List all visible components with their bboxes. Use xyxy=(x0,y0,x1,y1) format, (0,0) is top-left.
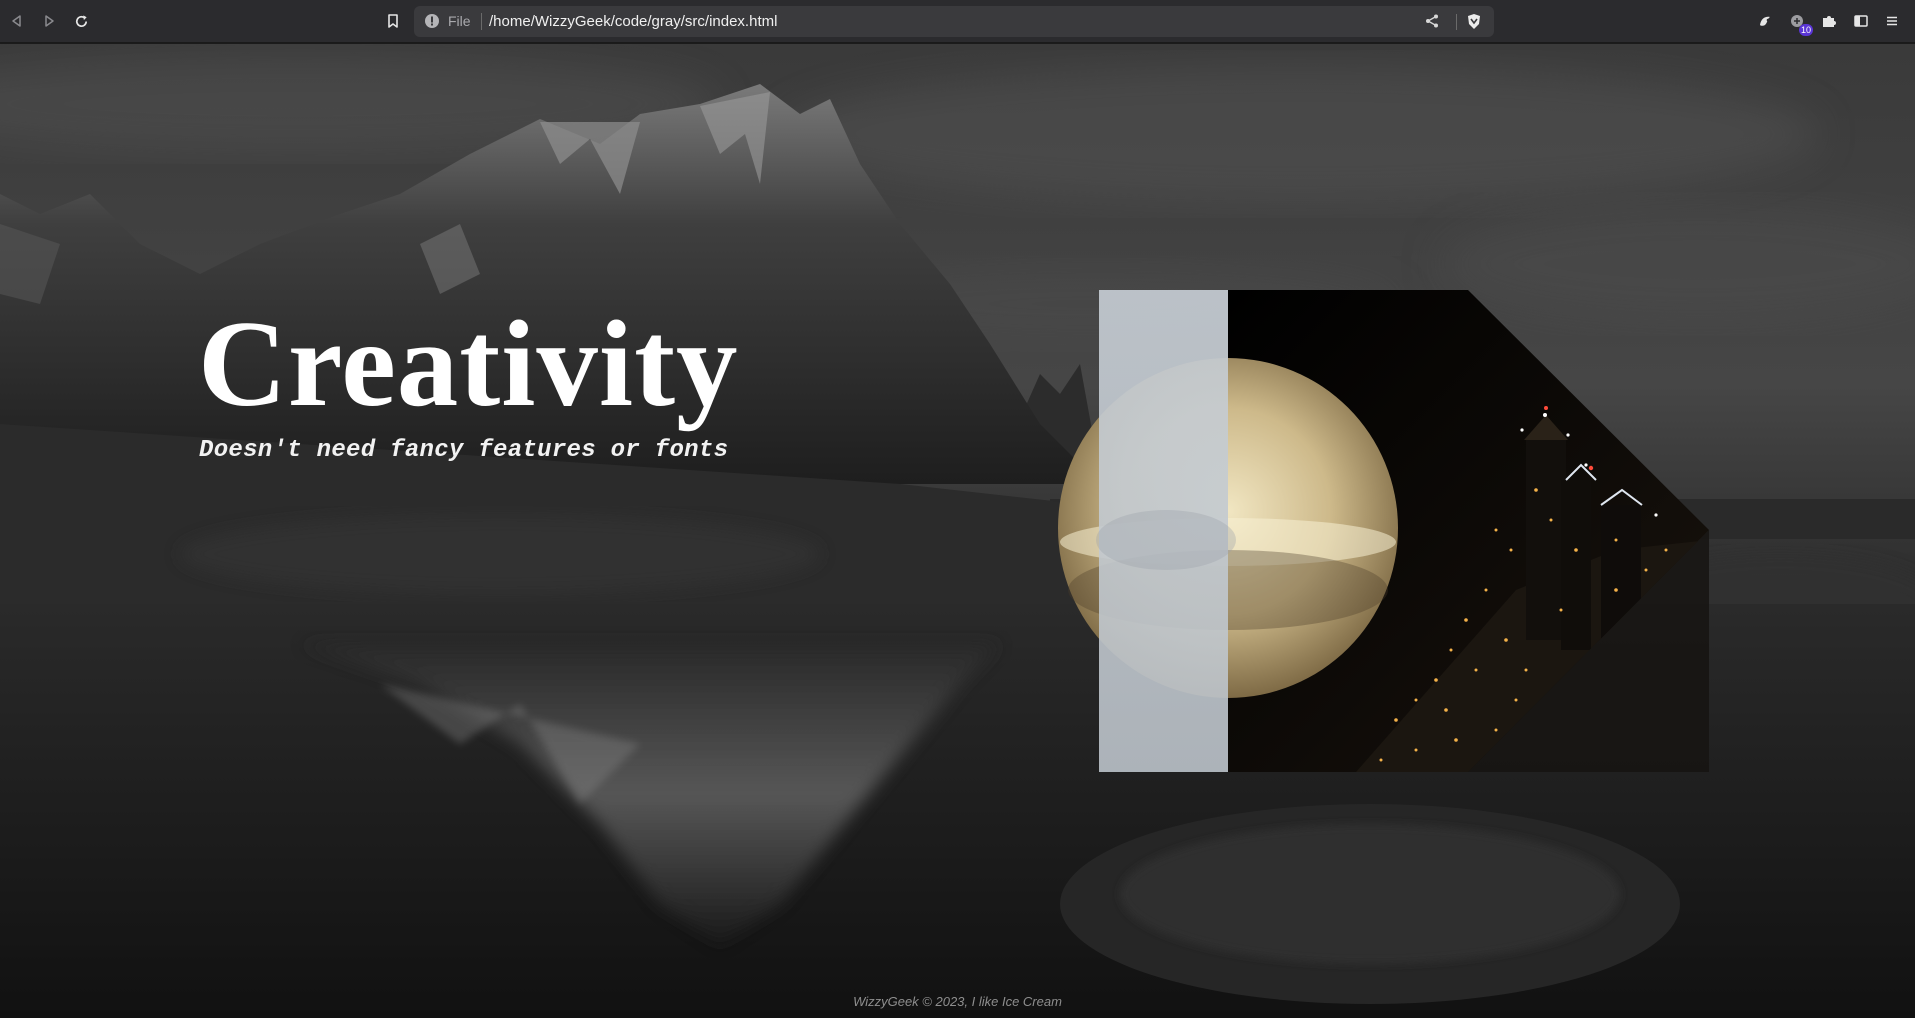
sidebar-icon[interactable] xyxy=(1849,9,1873,33)
collage-artwork xyxy=(1058,290,1709,772)
bookmark-icon[interactable] xyxy=(381,9,405,33)
rewards-icon[interactable] xyxy=(1753,9,1777,33)
reload-icon[interactable] xyxy=(69,9,93,33)
puzzle-icon[interactable] xyxy=(1817,9,1841,33)
url-scheme-label: File xyxy=(448,13,482,30)
browser-toolbar: File /home/WizzyGeek/code/gray/src/index… xyxy=(0,0,1915,43)
page-viewport: Creativity Doesn't need fancy features o… xyxy=(0,44,1915,1018)
hamburger-menu-icon[interactable] xyxy=(1880,9,1904,33)
footer-text: WizzyGeek © 2023, I like Ice Cream xyxy=(853,994,1062,1009)
share-icon[interactable] xyxy=(1424,13,1440,33)
extension-badge-icon[interactable]: 10 xyxy=(1785,9,1813,36)
brave-shield-icon[interactable] xyxy=(1466,13,1482,34)
url-text[interactable]: /home/WizzyGeek/code/gray/src/index.html xyxy=(489,13,777,30)
back-arrow-icon[interactable] xyxy=(5,9,29,33)
info-icon[interactable] xyxy=(424,13,440,33)
url-separator xyxy=(1456,14,1457,30)
extension-badge-count: 10 xyxy=(1798,24,1813,36)
hero-subtitle: Doesn't need fancy features or fonts xyxy=(199,437,729,464)
hero-title: Creativity xyxy=(198,295,739,432)
address-bar[interactable]: File /home/WizzyGeek/code/gray/src/index… xyxy=(414,6,1494,37)
forward-arrow-icon[interactable] xyxy=(37,9,61,33)
